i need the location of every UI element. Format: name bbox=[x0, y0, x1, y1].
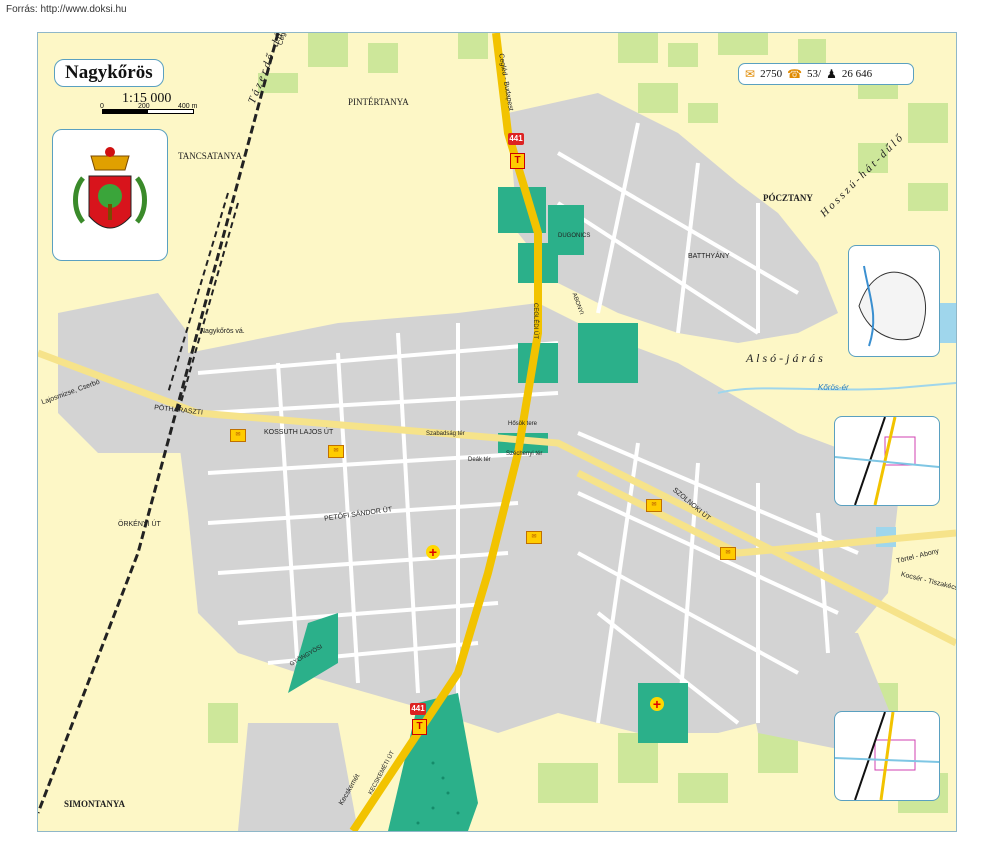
fuel-station-icon: T bbox=[510, 153, 525, 169]
scale-tick-200: 200 bbox=[138, 103, 150, 110]
label-cegledi-ut: CEGLÉDI ÚT bbox=[532, 303, 538, 340]
label-pintertanya: PINTÉRTANYA bbox=[348, 97, 409, 107]
label-batthyany: BATTHYÁNY bbox=[688, 253, 730, 260]
locator-inset-2 bbox=[834, 711, 940, 801]
route-441-badge-north: 441 bbox=[508, 133, 524, 145]
label-koros-er: Kőrös-ér bbox=[818, 383, 849, 392]
label-pocztany: PÓCZTANY bbox=[763, 193, 813, 203]
label-kossuth-lajos-ut: KOSSUTH LAJOS ÚT bbox=[264, 429, 334, 436]
post-office-icon: ✉ bbox=[720, 547, 736, 560]
locator-inset-1 bbox=[834, 416, 940, 506]
label-deak-ter: Deák tér bbox=[468, 457, 491, 463]
red-cross-icon: + bbox=[426, 545, 440, 559]
post-office-icon: ✉ bbox=[230, 429, 246, 442]
post-office-icon: ✉ bbox=[526, 531, 542, 544]
source-caption: Forrás: http://www.doksi.hu bbox=[6, 4, 127, 15]
person-icon: ♟ bbox=[826, 66, 837, 81]
post-office-icon: ✉ bbox=[646, 499, 662, 512]
fuel-station-icon: T bbox=[412, 719, 427, 735]
label-szechenyi-ter: Széchenyi tér bbox=[506, 451, 543, 457]
label-orkenyi-ut: ÖRKÉNYI ÚT bbox=[118, 521, 161, 528]
label-also-jaras: A l s ó - j á r á s bbox=[746, 351, 823, 365]
coat-of-arms-icon bbox=[73, 147, 147, 229]
phone-code: 53/ bbox=[807, 68, 822, 80]
label-railway-station: Nagykőrös vá. bbox=[200, 328, 245, 335]
label-szabadsag-ter: Szabadság tér bbox=[426, 431, 465, 437]
city-map[interactable]: Nagykőrös 1:15 000 0 200 400 m ✉ 2750 ☎ … bbox=[37, 32, 957, 832]
telephone-icon: ☎ bbox=[787, 66, 803, 81]
map-title: Nagykőrös bbox=[54, 59, 164, 87]
region-inset-map bbox=[848, 245, 940, 357]
scale-tick-0: 0 bbox=[100, 103, 104, 110]
town-stats: ✉ 2750 ☎ 53/ ♟ 26 646 bbox=[738, 63, 914, 85]
map-canvas[interactable] bbox=[38, 33, 956, 831]
post-office-icon: ✉ bbox=[328, 445, 344, 458]
red-cross-icon: + bbox=[650, 697, 664, 711]
scale-tick-400: 400 m bbox=[178, 103, 198, 110]
label-dugonics: DUGONICS bbox=[558, 233, 591, 239]
route-441-badge-south: 441 bbox=[410, 703, 426, 715]
crest-panel bbox=[52, 129, 168, 261]
envelope-icon: ✉ bbox=[745, 66, 756, 81]
label-tancsatanya: TANCSATANYA bbox=[178, 151, 243, 161]
postal-code: 2750 bbox=[760, 68, 783, 80]
label-simontanya: SIMONTANYA bbox=[64, 799, 126, 809]
label-hosok-tere: Hősök tere bbox=[508, 421, 538, 427]
population: 26 646 bbox=[841, 68, 873, 80]
